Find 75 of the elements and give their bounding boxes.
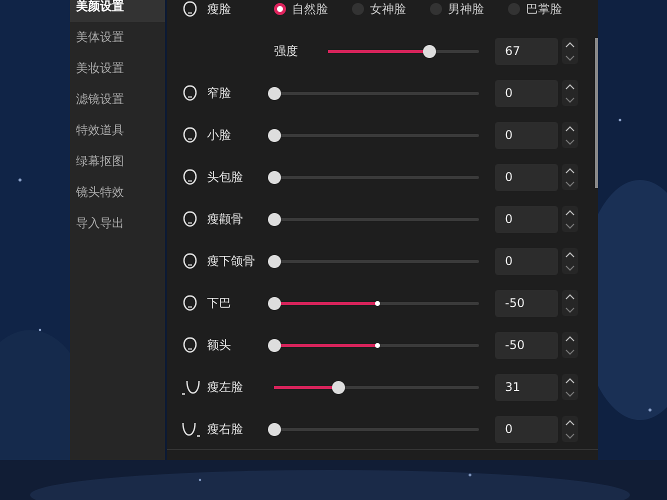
value-field[interactable]: 0 <box>495 164 558 190</box>
row-label: 额头 <box>207 336 232 354</box>
chevron-down-icon[interactable] <box>565 222 575 228</box>
sidebar-item[interactable]: 美体设置 <box>70 22 165 53</box>
chevron-down-icon[interactable] <box>565 264 575 270</box>
chevron-down-icon[interactable] <box>565 138 575 144</box>
chevron-down-icon[interactable] <box>565 180 575 186</box>
chevron-down-icon[interactable] <box>565 96 575 102</box>
row-label: 小脸 <box>207 126 232 144</box>
chevron-up-icon[interactable] <box>565 210 575 216</box>
slider-thumb[interactable] <box>332 380 345 394</box>
sidebar-item[interactable]: 绿幕抠图 <box>70 146 165 177</box>
sidebar-item[interactable]: 特效道具 <box>70 115 165 146</box>
center-mark <box>374 300 380 306</box>
row-label: 强度 <box>274 42 299 60</box>
scrollbar[interactable] <box>595 38 598 188</box>
chevron-up-icon[interactable] <box>565 168 575 174</box>
chevron-up-icon[interactable] <box>565 84 575 90</box>
value-field[interactable]: -50 <box>495 290 558 316</box>
slider-thumb[interactable] <box>268 212 281 226</box>
slider-thumb[interactable] <box>268 254 281 268</box>
chevron-up-icon[interactable] <box>565 336 575 342</box>
face-icon <box>181 336 199 354</box>
value-field[interactable]: 67 <box>495 38 558 64</box>
face-icon <box>181 126 199 144</box>
chevron-up-icon[interactable] <box>565 420 575 426</box>
face-icon <box>181 84 199 102</box>
sidebar-item[interactable]: 导入导出 <box>70 208 165 239</box>
slider-thumb[interactable] <box>268 128 281 142</box>
value-field[interactable]: 0 <box>495 416 558 442</box>
radio-option[interactable]: 巴掌脸 <box>508 0 586 18</box>
chevron-down-icon[interactable] <box>565 306 575 312</box>
chevron-down-icon[interactable] <box>565 348 575 354</box>
value-field[interactable]: 0 <box>495 206 558 232</box>
radio-option[interactable]: 自然脸 <box>274 0 352 18</box>
slider-thumb[interactable] <box>268 170 281 184</box>
value-field[interactable]: 0 <box>495 248 558 274</box>
slider-thumb[interactable] <box>423 44 436 58</box>
chevron-up-icon[interactable] <box>565 126 575 132</box>
row-label: 瘦脸 <box>207 0 232 18</box>
row-label: 下巴 <box>207 294 232 312</box>
chevron-up-icon[interactable] <box>565 378 575 384</box>
sidebar-item[interactable]: 美妆设置 <box>70 53 165 84</box>
radio-option[interactable]: 女神脸 <box>352 0 430 18</box>
face-icon <box>181 0 199 18</box>
slider-thumb[interactable] <box>268 86 281 100</box>
chevron-down-icon[interactable] <box>565 432 575 438</box>
chevron-down-icon[interactable] <box>565 390 575 396</box>
row-label: 窄脸 <box>207 84 232 102</box>
face-icon <box>181 210 199 228</box>
face-icon <box>181 294 199 312</box>
chevron-down-icon[interactable] <box>565 54 575 60</box>
sidebar-item[interactable]: 镜头特效 <box>70 177 165 208</box>
face-icon <box>181 168 199 186</box>
row-label: 瘦下颌骨 <box>207 252 256 270</box>
radio-option[interactable]: 男神脸 <box>430 0 508 18</box>
row-label: 瘦左脸 <box>207 378 244 396</box>
jaw-icon <box>181 420 201 438</box>
chevron-up-icon[interactable] <box>565 294 575 300</box>
jaw-icon <box>181 378 201 396</box>
row-label: 瘦颧骨 <box>207 210 244 228</box>
value-field[interactable]: 31 <box>495 374 558 400</box>
center-mark <box>374 342 380 348</box>
slider-thumb[interactable] <box>268 296 281 310</box>
value-field[interactable]: 0 <box>495 122 558 148</box>
face-icon <box>181 252 199 270</box>
row-label: 瘦右脸 <box>207 420 244 438</box>
chevron-up-icon[interactable] <box>565 42 575 48</box>
value-field[interactable]: -50 <box>495 332 558 358</box>
slider-thumb[interactable] <box>268 422 281 436</box>
row-label: 头包脸 <box>207 168 244 186</box>
sidebar-item[interactable]: 滤镜设置 <box>70 84 165 115</box>
value-field[interactable]: 0 <box>495 80 558 106</box>
chevron-up-icon[interactable] <box>565 252 575 258</box>
slider-thumb[interactable] <box>268 338 281 352</box>
